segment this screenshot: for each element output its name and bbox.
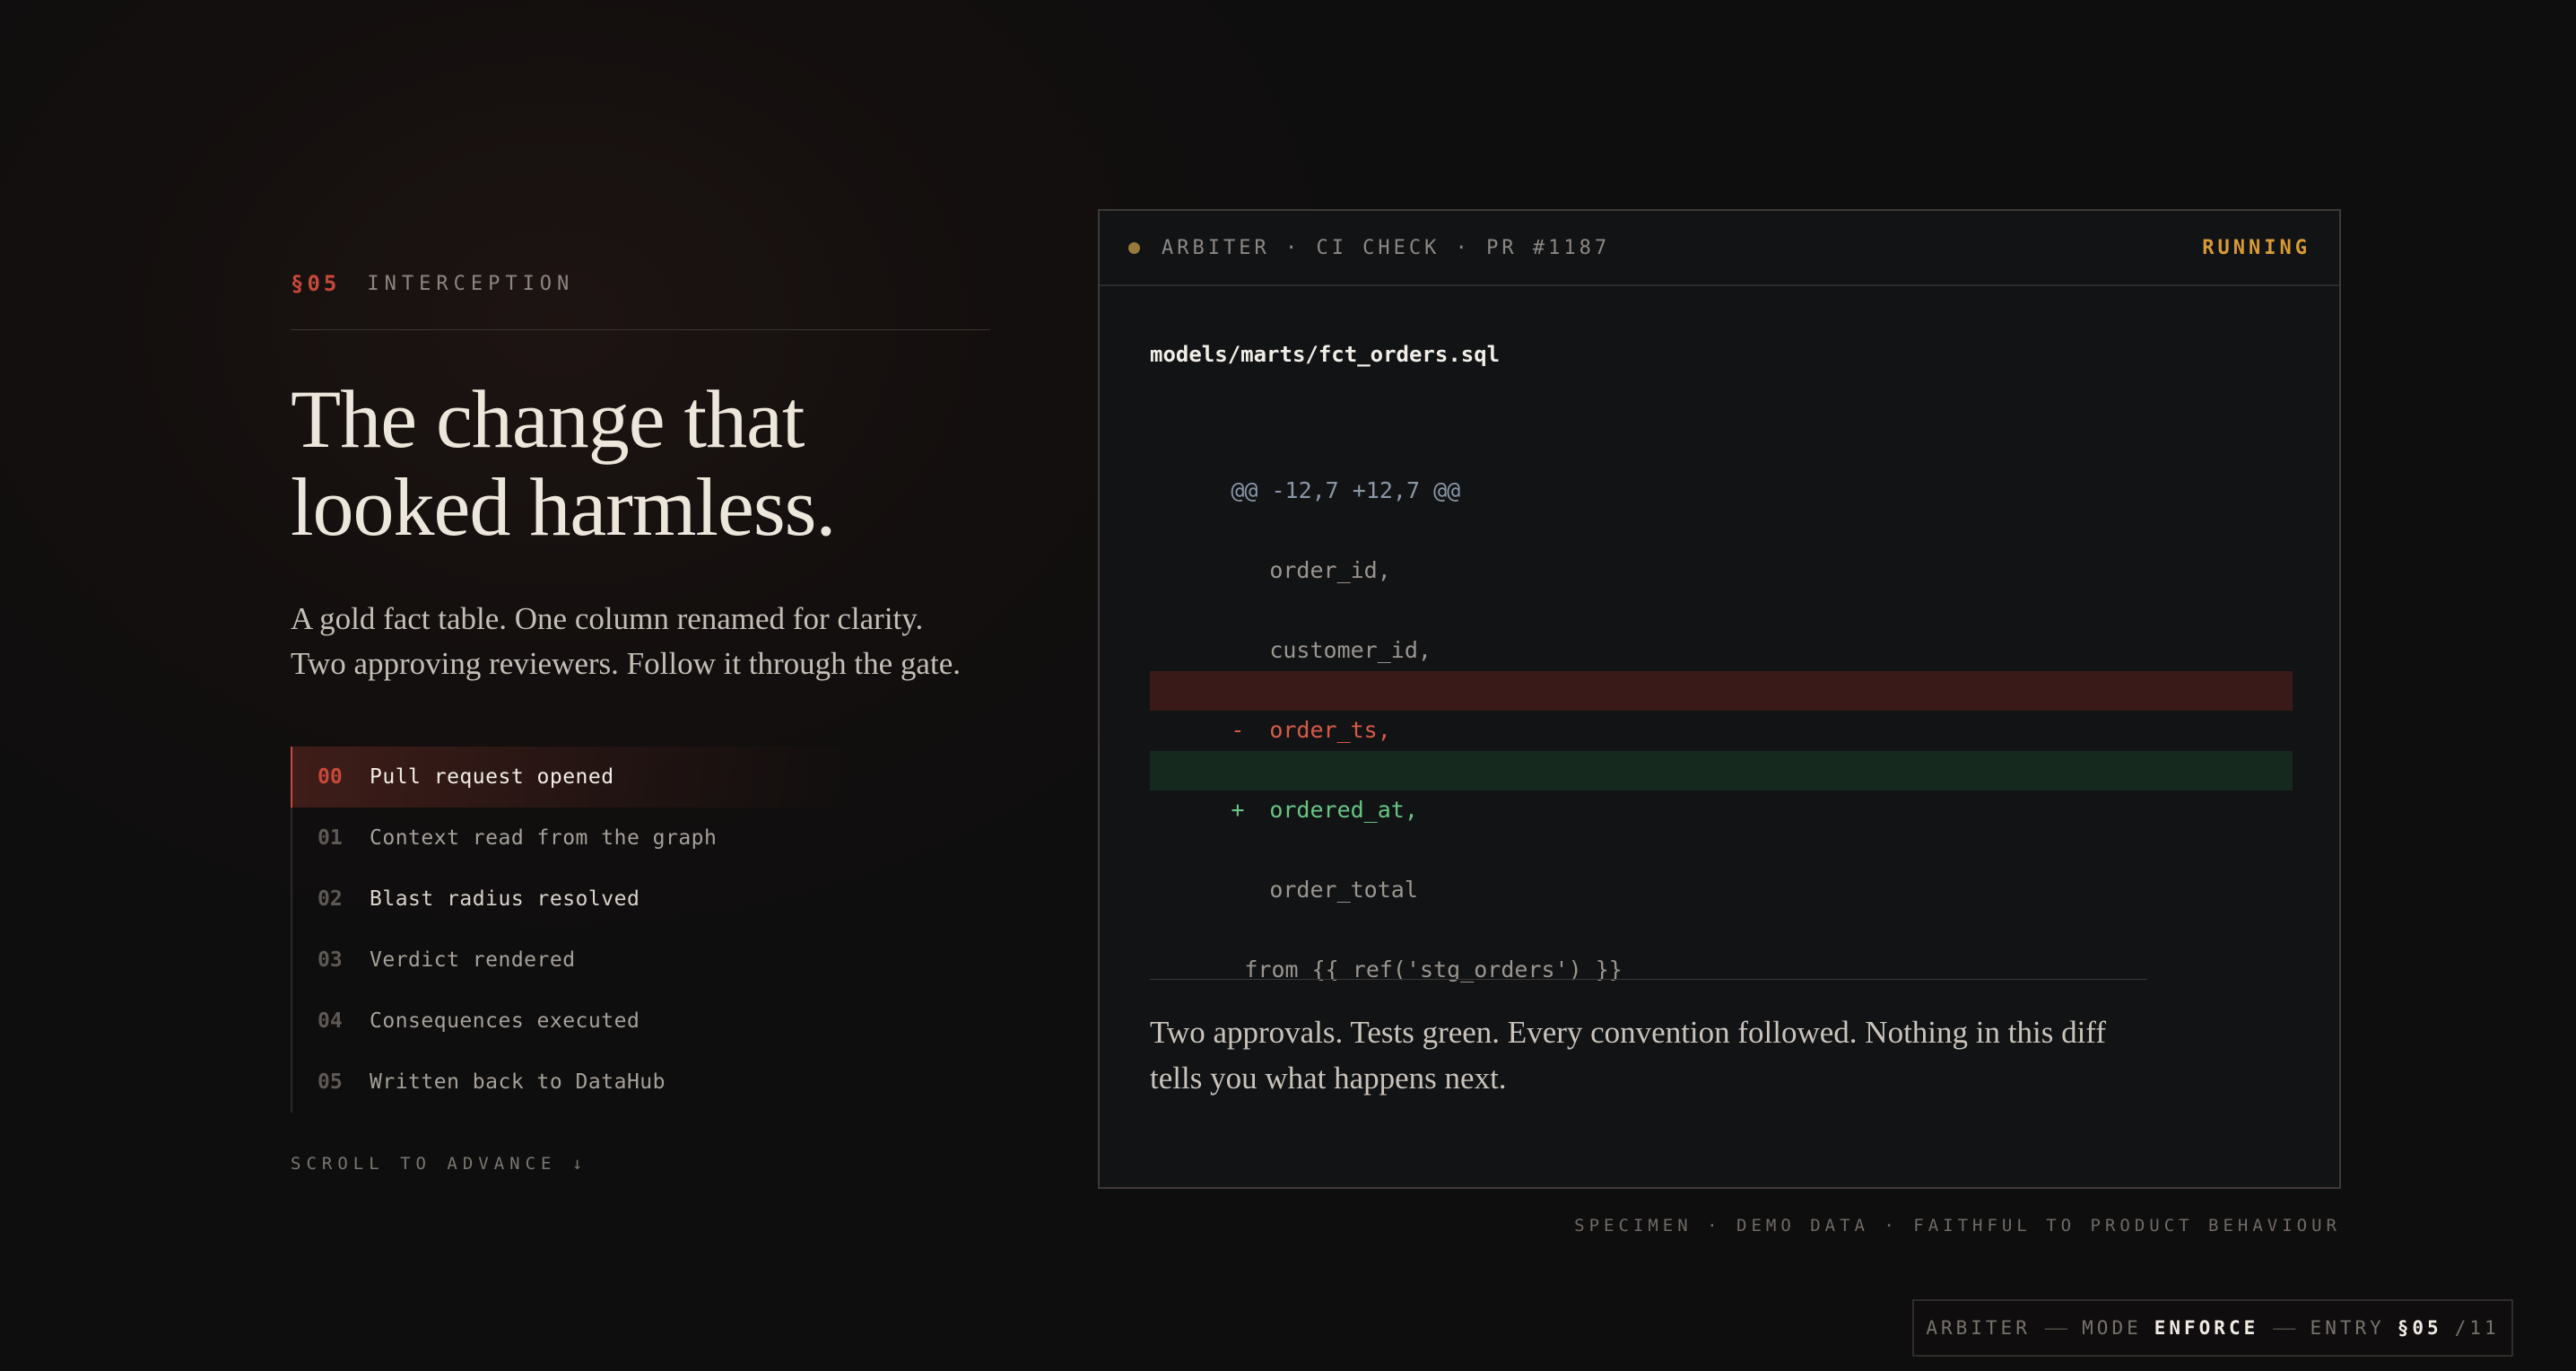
page-title: The change that looked harmless. (291, 375, 1098, 551)
page-title-line-1: The change that (291, 373, 805, 465)
step-number: 01 (318, 826, 343, 850)
step-number: 04 (318, 1009, 343, 1033)
mode-value: ENFORCE (2154, 1317, 2259, 1339)
step-label: Pull request opened (370, 765, 614, 789)
diff-code: customer_id, (1269, 637, 1432, 663)
intro-line-2: Two approving reviewers. Follow it throu… (291, 646, 961, 681)
specimen-note: SPECIMEN · DEMO DATA · FAITHFUL TO PRODU… (1574, 1216, 2341, 1236)
step-item-consequences[interactable]: 04 Consequences executed (292, 991, 849, 1052)
diff-code: ordered_at, (1269, 797, 1418, 823)
caption-line-1: Two approvals. Tests green. Every conven… (1150, 1015, 2106, 1050)
intro-line-1: A gold fact table. One column renamed fo… (291, 601, 924, 636)
diff-line-added: + ordered_at, (1150, 751, 2293, 823)
diff-line-removed: - order_ts, (1150, 671, 2293, 743)
section-name: INTERCEPTION (367, 272, 575, 295)
step-number: 03 (318, 948, 343, 972)
scroll-hint: SCROLL TO ADVANCE ↓ (291, 1154, 588, 1174)
step-label: Verdict rendered (370, 948, 576, 972)
diff-line-context: customer_id, (1150, 591, 2293, 663)
panel-header: ARBITER · CI CHECK · PR #1187 RUNNING (1100, 211, 2339, 286)
diff-divider (1150, 979, 2147, 980)
step-item-context-read[interactable]: 01 Context read from the graph (292, 808, 849, 869)
step-item-written-back[interactable]: 05 Written back to DataHub (292, 1052, 849, 1113)
diff-line-context: order_total (1150, 831, 2293, 903)
step-label: Consequences executed (370, 1009, 640, 1033)
diff-line-context: order_id, (1150, 511, 2293, 583)
section-number: §05 (291, 271, 341, 296)
entry-label: ENTRY (2310, 1317, 2385, 1339)
entry-total: /11 (2454, 1317, 2500, 1339)
diff-code: from {{ ref('stg_orders') }} (1231, 956, 1623, 982)
ci-check-panel: ARBITER · CI CHECK · PR #1187 RUNNING mo… (1098, 209, 2341, 1189)
intro-paragraph: A gold fact table. One column renamed fo… (291, 597, 1026, 686)
diff-code: order_id, (1269, 557, 1391, 583)
mode-label: MODE (2082, 1317, 2142, 1339)
step-label: Context read from the graph (370, 826, 718, 850)
step-item-blast-radius[interactable]: 02 Blast radius resolved (292, 869, 849, 930)
file-path: models/marts/fct_orders.sql (1150, 342, 1501, 367)
diff-hunk-header: @@ -12,7 +12,7 @@ (1150, 432, 2293, 503)
diff-code: @@ -12,7 +12,7 @@ (1231, 477, 1461, 503)
page-title-line-2: looked harmless. (291, 461, 836, 553)
diff-line-from: from {{ ref('stg_orders') }} (1150, 911, 2293, 982)
dot-icon (1128, 241, 1140, 254)
app-name: ARBITER (1926, 1317, 2031, 1339)
diff-sign: - (1231, 717, 1245, 743)
step-label: Blast radius resolved (370, 887, 640, 911)
step-number: 02 (318, 887, 343, 911)
step-number: 00 (318, 765, 343, 789)
step-item-pull-request-opened[interactable]: 00 Pull request opened (291, 747, 849, 808)
step-label: Written back to DataHub (370, 1070, 666, 1094)
separator: —— (2044, 1317, 2068, 1339)
panel-title: ARBITER · CI CHECK · PR #1187 (1162, 236, 1611, 259)
separator: —— (2273, 1317, 2296, 1339)
diff-caption: Two approvals. Tests green. Every conven… (1150, 1009, 2172, 1101)
section-divider (291, 329, 990, 330)
caption-line-2: tells you what happens next. (1150, 1061, 1507, 1096)
step-list: 00 Pull request opened 01 Context read f… (291, 747, 849, 1113)
status-chip: ARBITER —— MODE ENFORCE —— ENTRY §05 /11 (1912, 1299, 2513, 1357)
status-badge: RUNNING (2202, 236, 2311, 259)
step-item-verdict[interactable]: 03 Verdict rendered (292, 930, 849, 991)
step-number: 05 (318, 1070, 343, 1094)
diff-sign: + (1231, 797, 1245, 823)
diff-view: @@ -12,7 +12,7 @@ order_id, customer_id,… (1150, 432, 2293, 991)
diff-code: order_total (1269, 877, 1418, 903)
entry-value: §05 (2397, 1317, 2442, 1339)
section-tag: §05 INTERCEPTION (291, 271, 574, 296)
diff-code: order_ts, (1269, 717, 1391, 743)
